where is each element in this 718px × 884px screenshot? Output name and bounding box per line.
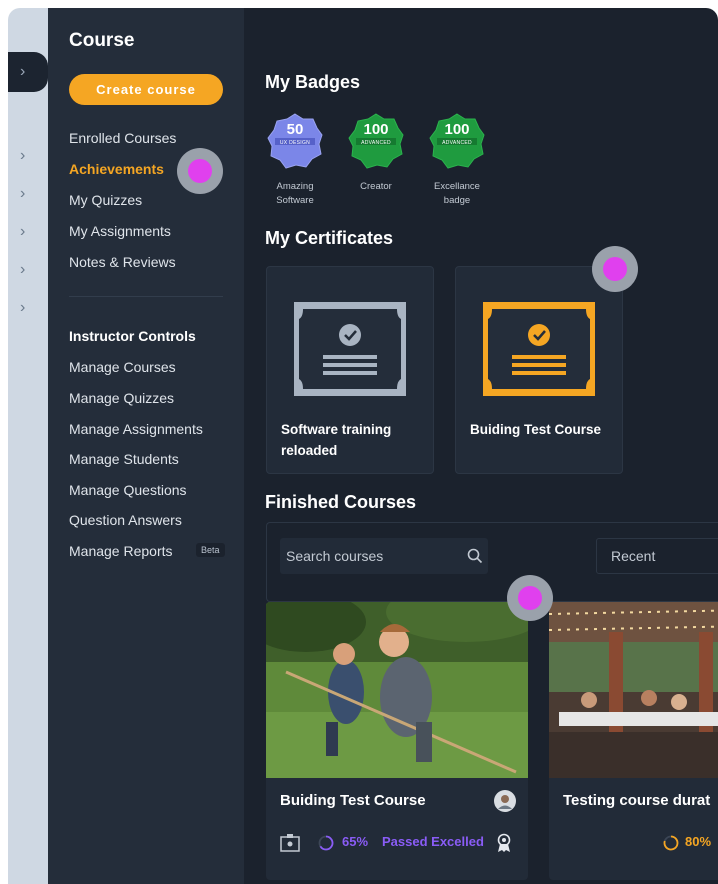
my-certificates-heading: My Certificates	[265, 228, 394, 248]
sidebar-item-manage-questions[interactable]: Manage Questions	[69, 482, 187, 498]
badge-number: 100	[444, 121, 470, 138]
course-card[interactable]: Buiding Test Course 65% Passed Excelled	[266, 602, 528, 880]
badge-number: 50	[286, 121, 304, 138]
badge-label: Software	[276, 195, 314, 206]
progress-ring-icon	[318, 835, 334, 851]
sidebar-item-achievements[interactable]: Achievements	[69, 161, 164, 177]
left-rail	[8, 8, 48, 884]
sidebar-item-my-assignments[interactable]: My Assignments	[69, 223, 171, 239]
search-icon[interactable]	[467, 548, 483, 564]
certificate-icon	[294, 302, 406, 396]
badge-label: Amazing	[276, 181, 314, 192]
certificate-card[interactable]: Buiding Test Course	[455, 266, 623, 474]
certificate-small-icon	[280, 834, 300, 852]
badge-excellance[interactable]: 100 ADVANCED Excellance badge	[424, 112, 490, 208]
beta-badge: Beta	[196, 543, 225, 557]
badge-ribbon-text: ADVANCED	[442, 140, 472, 146]
hotspot-marker[interactable]	[507, 575, 553, 621]
sidebar-divider	[69, 296, 223, 297]
sidebar-item-manage-reports[interactable]: Manage Reports	[69, 543, 173, 559]
chevron-right-icon[interactable]: ›	[20, 64, 34, 80]
instructor-controls-heading: Instructor Controls	[69, 328, 196, 344]
sidebar-title: Course	[69, 30, 135, 51]
badge-amazing-software[interactable]: 50 UX DESIGN Amazing Software	[262, 112, 328, 208]
certificate-title: Software training	[281, 422, 392, 437]
certificate-card[interactable]: Software training reloaded	[266, 266, 434, 474]
course-card[interactable]: Testing course durat 80%	[549, 602, 718, 880]
sidebar-item-manage-quizzes[interactable]: Manage Quizzes	[69, 390, 174, 406]
progress-percent: 80%	[685, 834, 712, 849]
app-frame: › › › › › › Course Create course Enrolle…	[0, 8, 718, 884]
badge-label: badge	[443, 195, 471, 206]
course-title: Testing course durat	[563, 792, 711, 809]
award-ribbon-icon	[497, 833, 511, 852]
chevron-right-icon[interactable]: ›	[20, 224, 34, 240]
sidebar-item-manage-courses[interactable]: Manage Courses	[69, 359, 176, 375]
sidebar-item-manage-assignments[interactable]: Manage Assignments	[69, 421, 203, 437]
chevron-right-icon[interactable]: ›	[20, 300, 34, 316]
my-badges-heading: My Badges	[265, 72, 361, 92]
sidebar-item-question-answers[interactable]: Question Answers	[69, 512, 182, 528]
hotspot-marker[interactable]	[592, 246, 638, 292]
sidebar: Course Create course Enrolled Courses Ac…	[48, 8, 244, 884]
hotspot-marker[interactable]	[177, 148, 223, 194]
avatar	[494, 790, 516, 812]
course-status: Passed Excelled	[382, 834, 484, 849]
sidebar-item-notes-reviews[interactable]: Notes & Reviews	[69, 254, 176, 270]
chevron-right-icon[interactable]: ›	[20, 186, 34, 202]
main-content: My Badges 50 UX DESIGN Amazing Software 1…	[244, 8, 718, 884]
badge-number: 100	[363, 121, 389, 138]
badge-label: Creator	[360, 181, 392, 192]
badge-label: Excellance	[434, 181, 480, 192]
progress-percent: 65%	[342, 834, 369, 849]
chevron-right-icon[interactable]: ›	[20, 148, 34, 164]
finished-courses-heading: Finished Courses	[265, 492, 417, 512]
course-thumbnail	[266, 602, 528, 778]
sidebar-item-enrolled-courses[interactable]: Enrolled Courses	[69, 130, 176, 146]
course-thumbnail	[549, 602, 718, 778]
course-title: Buiding Test Course	[280, 792, 426, 809]
certificate-title: reloaded	[281, 443, 338, 458]
badge-ribbon-text: UX DESIGN	[279, 140, 311, 146]
progress-ring-icon	[663, 835, 679, 851]
search-input[interactable]: Search courses	[280, 538, 488, 574]
badge-creator[interactable]: 100 ADVANCED Creator	[343, 112, 409, 194]
certificate-icon	[483, 302, 595, 396]
badge-ribbon-text: ADVANCED	[361, 140, 391, 146]
sidebar-item-my-quizzes[interactable]: My Quizzes	[69, 192, 142, 208]
chevron-right-icon[interactable]: ›	[20, 262, 34, 278]
sidebar-item-manage-students[interactable]: Manage Students	[69, 451, 179, 467]
certificate-title: Buiding Test Course	[470, 422, 602, 437]
sort-select[interactable]: Recent	[596, 538, 718, 574]
create-course-button[interactable]: Create course	[69, 74, 223, 105]
